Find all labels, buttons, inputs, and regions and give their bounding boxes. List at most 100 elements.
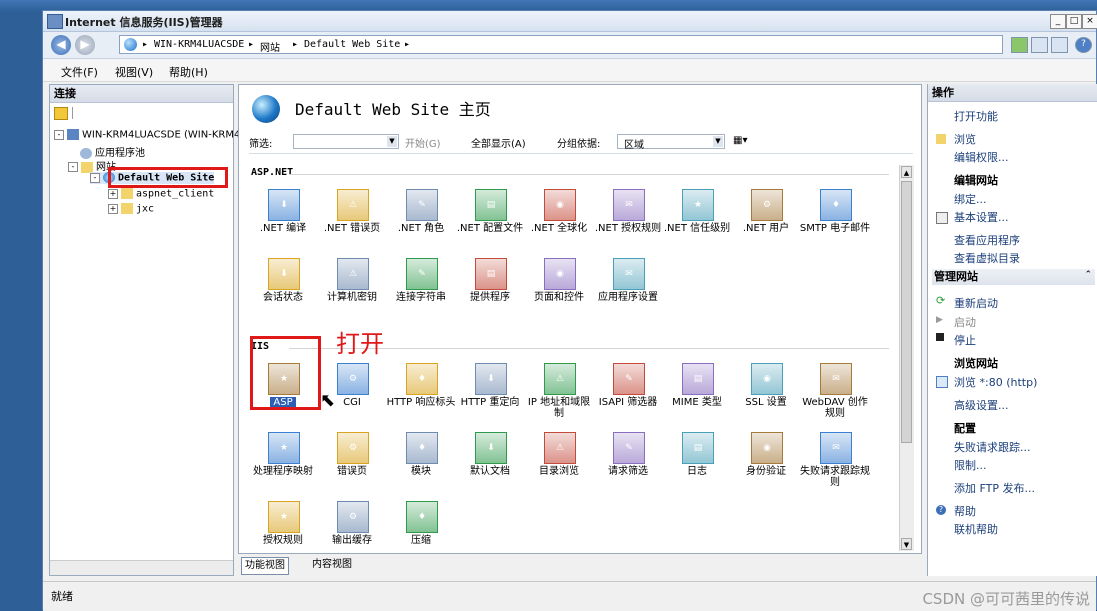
- menu-view[interactable]: 视图(V): [115, 64, 153, 80]
- action-online-help[interactable]: 联机帮助: [954, 521, 998, 537]
- tab-content-view[interactable]: 内容视图: [309, 557, 355, 573]
- tab-features-view[interactable]: 功能视图: [241, 557, 289, 575]
- menu-help[interactable]: 帮助(H): [169, 64, 208, 80]
- back-arrow-icon[interactable]: ◀: [51, 35, 71, 55]
- vertical-scrollbar[interactable]: ▲ ▼: [899, 165, 914, 551]
- status-text: 就绪: [51, 590, 73, 603]
- action-view-virtual-dirs[interactable]: 查看虚拟目录: [954, 250, 1020, 266]
- feature-item[interactable]: ♦ HTTP 响应标头: [387, 363, 455, 429]
- feature-item[interactable]: ✎ 连接字符串: [387, 258, 455, 324]
- feature-icon: ♦: [406, 432, 438, 464]
- feature-item[interactable]: ◉ .NET 全球化: [525, 189, 593, 255]
- action-edit-permissions[interactable]: 编辑权限...: [954, 149, 1009, 165]
- expand-icon[interactable]: +: [108, 188, 118, 199]
- feature-item[interactable]: ✉ WebDAV 创作规则: [801, 363, 869, 429]
- action-failed-request-tracing[interactable]: 失败请求跟踪...: [954, 439, 1031, 455]
- action-start[interactable]: 启动: [954, 314, 976, 330]
- feature-icon: ◉: [544, 258, 576, 290]
- action-bindings[interactable]: 绑定...: [954, 191, 987, 207]
- feature-item[interactable]: ◉ 身份验证: [732, 432, 800, 498]
- feature-item[interactable]: ⬇ 会话状态: [249, 258, 317, 324]
- feature-item[interactable]: ♦ 压缩: [387, 501, 455, 551]
- scroll-down-arrow[interactable]: ▼: [901, 538, 912, 550]
- feature-item[interactable]: ✉ .NET 授权规则: [594, 189, 662, 255]
- tree-item-aspnet-client[interactable]: + aspnet_client: [108, 188, 214, 200]
- connect-icon[interactable]: [54, 107, 68, 120]
- feature-item[interactable]: ⬇ HTTP 重定向: [456, 363, 524, 429]
- feature-item[interactable]: ◉ SSL 设置: [732, 363, 800, 429]
- tree-item-jxc[interactable]: + jxc: [108, 203, 154, 215]
- feature-item[interactable]: ★ 授权规则: [249, 501, 317, 551]
- menu-file[interactable]: 文件(F): [61, 64, 98, 80]
- feature-item[interactable]: ⚠ IP 地址和域限制: [525, 363, 593, 429]
- filter-input[interactable]: ▼: [293, 134, 399, 149]
- minimize-button[interactable]: _: [1050, 14, 1066, 29]
- feature-item[interactable]: ⚠ 计算机密钥: [318, 258, 386, 324]
- action-restart[interactable]: 重新启动: [954, 295, 998, 311]
- breadcrumb-server[interactable]: WIN-KRM4LUACSDE: [154, 39, 244, 50]
- feature-item[interactable]: ▤ 提供程序: [456, 258, 524, 324]
- group-by-select[interactable]: 区域 ▼: [617, 134, 725, 151]
- tree-item-app-pools[interactable]: 应用程序池: [80, 144, 145, 159]
- feature-item[interactable]: ▤ MIME 类型: [663, 363, 731, 429]
- home-icon[interactable]: [1051, 37, 1068, 53]
- feature-item[interactable]: ⚙ .NET 用户: [732, 189, 800, 255]
- feature-item[interactable]: ⚠ 目录浏览: [525, 432, 593, 498]
- action-limits[interactable]: 限制...: [954, 457, 987, 473]
- feature-item[interactable]: ★ .NET 信任级别: [663, 189, 731, 255]
- action-open-feature[interactable]: 打开功能: [954, 108, 998, 124]
- feature-item[interactable]: ▤ .NET 配置文件: [456, 189, 524, 255]
- refresh-icon[interactable]: [1011, 37, 1028, 53]
- feature-item[interactable]: ⬇ 默认文档: [456, 432, 524, 498]
- action-add-ftp[interactable]: 添加 FTP 发布...: [954, 480, 1035, 496]
- expand-icon[interactable]: +: [108, 203, 118, 214]
- feature-item[interactable]: ⬇ .NET 编译: [249, 189, 317, 255]
- feature-item[interactable]: ✉ 应用程序设置: [594, 258, 662, 324]
- maximize-button[interactable]: □: [1066, 14, 1082, 29]
- feature-item[interactable]: ⚠ .NET 错误页: [318, 189, 386, 255]
- help-icon[interactable]: ?: [1075, 37, 1092, 53]
- go-button[interactable]: 开始(G): [405, 135, 441, 150]
- feature-label: WebDAV 创作规则: [802, 397, 868, 419]
- chevron-down-icon[interactable]: ▼: [713, 136, 723, 147]
- action-view-applications[interactable]: 查看应用程序: [954, 232, 1020, 248]
- feature-item[interactable]: ⚙ 输出缓存: [318, 501, 386, 551]
- close-button[interactable]: ×: [1082, 14, 1097, 29]
- breadcrumb-sites[interactable]: 网站: [260, 39, 280, 54]
- scroll-thumb[interactable]: [901, 181, 912, 443]
- feature-item[interactable]: ✉ 失败请求跟踪规则: [800, 432, 870, 498]
- feature-item[interactable]: ✎ .NET 角色: [387, 189, 455, 255]
- forward-arrow-icon[interactable]: ▶: [75, 35, 95, 55]
- collapse-icon[interactable]: -: [68, 162, 78, 172]
- feature-item[interactable]: ♦ SMTP 电子邮件: [800, 189, 870, 255]
- feature-label: ISAPI 筛选器: [598, 397, 658, 408]
- stop-icon[interactable]: [1031, 37, 1048, 53]
- action-explore[interactable]: 浏览: [954, 131, 976, 147]
- feature-item[interactable]: ✎ 请求筛选: [594, 432, 662, 498]
- action-help[interactable]: 帮助: [954, 503, 976, 519]
- horizontal-scrollbar[interactable]: [50, 560, 233, 575]
- action-browse-http[interactable]: 浏览 *:80 (http): [954, 374, 1037, 390]
- manage-site-heading[interactable]: 管理网站: [932, 269, 1095, 285]
- show-all-button[interactable]: 全部显示(A): [471, 135, 526, 150]
- breadcrumb-default-web-site[interactable]: Default Web Site: [304, 39, 400, 50]
- chevron-down-icon[interactable]: ▼: [387, 136, 397, 147]
- feature-label: 处理程序映射: [253, 466, 313, 477]
- tree-item-server[interactable]: - WIN-KRM4LUACSDE (WIN-KRM4L: [54, 129, 246, 141]
- collapse-icon[interactable]: -: [54, 129, 64, 140]
- feature-item[interactable]: ★ 处理程序映射: [249, 432, 317, 498]
- feature-item[interactable]: ♦ 模块: [387, 432, 455, 498]
- feature-label: 计算机密钥: [327, 292, 377, 303]
- feature-item[interactable]: ▤ 日志: [663, 432, 731, 498]
- feature-item[interactable]: ✎ ISAPI 筛选器: [594, 363, 662, 429]
- scroll-up-arrow[interactable]: ▲: [901, 166, 912, 178]
- action-stop[interactable]: 停止: [954, 332, 976, 348]
- feature-item[interactable]: ⚙ 错误页: [318, 432, 386, 498]
- action-basic-settings[interactable]: 基本设置...: [954, 209, 1009, 225]
- action-advanced-settings[interactable]: 高级设置...: [954, 397, 1009, 413]
- feature-item[interactable]: ◉ 页面和控件: [525, 258, 593, 324]
- address-path[interactable]: ▸ WIN-KRM4LUACSDE ▸ 网站 ▸ Default Web Sit…: [119, 35, 1003, 54]
- view-mode-icon[interactable]: ▦▾: [733, 135, 747, 146]
- collapse-icon[interactable]: -: [90, 172, 100, 183]
- collapse-section-icon[interactable]: ⌃: [1084, 270, 1092, 280]
